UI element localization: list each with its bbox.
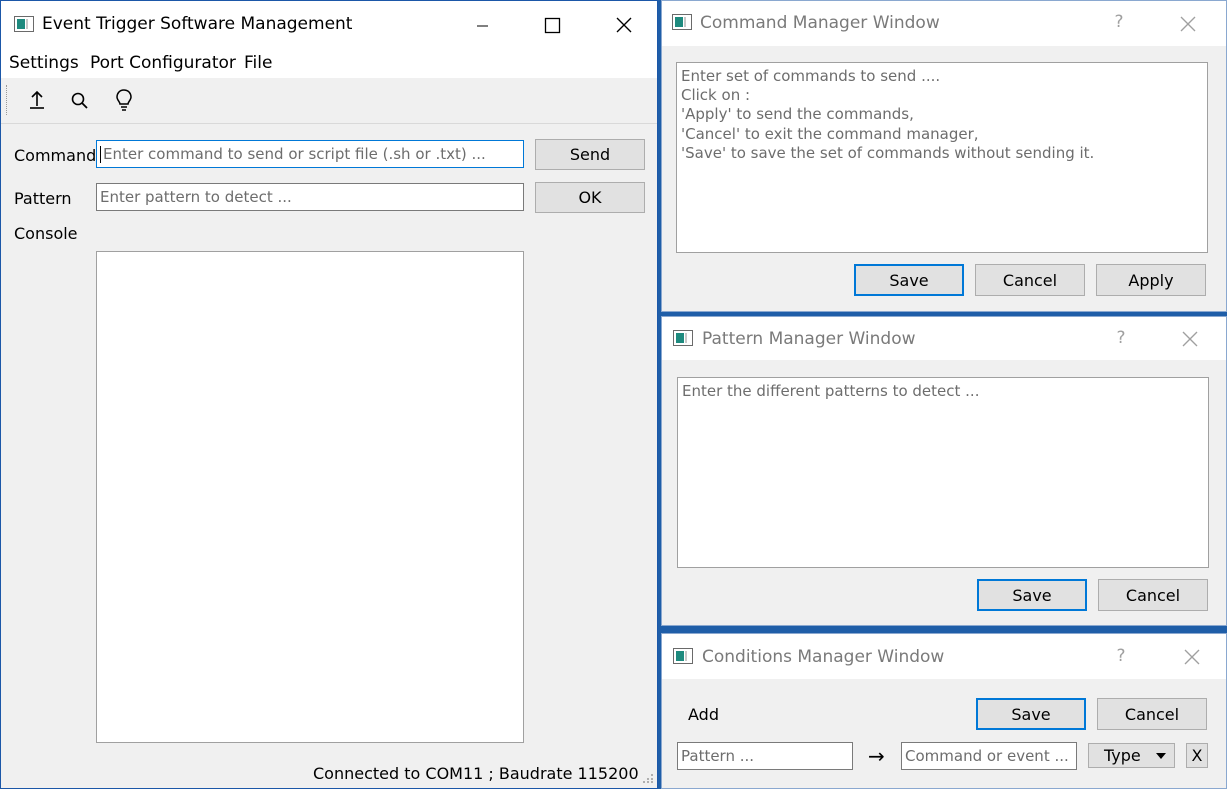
command-input-caret [100, 145, 101, 163]
menu-bar: Settings Port Configurator File [1, 48, 657, 78]
pattern-label: Pattern [14, 189, 72, 208]
minimize-icon [477, 25, 488, 27]
arrow-right-icon: → [868, 744, 885, 768]
app-icon [673, 330, 693, 346]
command-placeholder: Enter command to send or script file (.s… [103, 145, 486, 163]
save-button[interactable]: Save [854, 264, 964, 296]
app-icon [673, 648, 693, 664]
pattern-manager-titlebar[interactable]: Pattern Manager Window ? [662, 317, 1226, 360]
help-button[interactable]: ? [1111, 328, 1131, 348]
add-label: Add [688, 705, 719, 724]
command-manager-window: Command Manager Window ? Enter set of co… [661, 0, 1227, 312]
pattern-placeholder: Enter pattern to detect ... [100, 188, 292, 206]
menu-file[interactable]: File [244, 53, 272, 73]
status-bar-text: Connected to COM11 ; Baudrate 115200 [313, 764, 639, 783]
commands-textarea[interactable]: Enter set of commands to send .... Click… [676, 62, 1208, 253]
conditions-manager-window: Conditions Manager Window ? Add Save Can… [661, 633, 1227, 789]
close-button[interactable] [601, 1, 647, 48]
main-titlebar[interactable]: Event Trigger Software Management [1, 1, 657, 48]
upload-icon[interactable] [27, 89, 47, 111]
cancel-button[interactable]: Cancel [1097, 698, 1207, 730]
command-manager-titlebar[interactable]: Command Manager Window ? [662, 1, 1226, 46]
resize-grip-icon[interactable] [642, 771, 654, 783]
patterns-textarea[interactable]: Enter the different patterns to detect .… [677, 377, 1209, 568]
remove-condition-button[interactable]: X [1186, 743, 1208, 768]
ok-button[interactable]: OK [535, 182, 645, 213]
save-button[interactable]: Save [976, 698, 1086, 730]
maximize-icon [544, 17, 561, 34]
console-label: Console [14, 224, 78, 243]
conditions-manager-title: Conditions Manager Window [702, 647, 945, 667]
command-input[interactable]: Enter command to send or script file (.s… [96, 140, 524, 168]
help-button[interactable]: ? [1111, 646, 1131, 666]
cancel-button[interactable]: Cancel [1098, 579, 1208, 611]
help-button[interactable]: ? [1109, 12, 1129, 32]
save-button[interactable]: Save [977, 579, 1087, 611]
command-label: Command [14, 146, 97, 165]
lightbulb-icon[interactable] [114, 88, 134, 112]
pattern-manager-title: Pattern Manager Window [702, 329, 916, 349]
maximize-button[interactable] [529, 1, 575, 48]
type-select-value: Type [1104, 746, 1141, 765]
menu-port-configurator[interactable]: Port Configurator [90, 53, 236, 73]
app-icon [672, 14, 692, 30]
type-select[interactable]: Type [1088, 743, 1175, 768]
close-icon[interactable] [1181, 330, 1199, 348]
apply-button[interactable]: Apply [1096, 264, 1206, 296]
pattern-manager-window: Pattern Manager Window ? Enter the diffe… [661, 316, 1227, 626]
minimize-button[interactable] [459, 1, 505, 48]
condition-command-input[interactable]: Command or event ... [901, 742, 1077, 770]
main-window: Event Trigger Software Management Settin… [0, 0, 658, 789]
condition-pattern-input[interactable]: Pattern ... [677, 742, 853, 770]
menu-settings[interactable]: Settings [9, 53, 79, 73]
chevron-down-icon [1156, 753, 1166, 759]
condition-pattern-placeholder: Pattern ... [681, 747, 755, 765]
search-icon[interactable] [70, 91, 90, 111]
condition-command-placeholder: Command or event ... [905, 747, 1069, 765]
app-icon [14, 16, 34, 32]
send-button[interactable]: Send [535, 139, 645, 170]
main-window-title: Event Trigger Software Management [42, 14, 353, 34]
console-output[interactable] [96, 251, 524, 743]
pattern-input[interactable]: Enter pattern to detect ... [96, 183, 524, 211]
close-icon [616, 17, 632, 33]
toolbar [1, 79, 657, 124]
toolbar-grip [6, 85, 9, 115]
cancel-button[interactable]: Cancel [975, 264, 1085, 296]
close-icon[interactable] [1183, 648, 1201, 666]
command-manager-title: Command Manager Window [700, 13, 940, 33]
conditions-manager-titlebar[interactable]: Conditions Manager Window ? [662, 634, 1226, 679]
close-icon[interactable] [1179, 15, 1197, 33]
